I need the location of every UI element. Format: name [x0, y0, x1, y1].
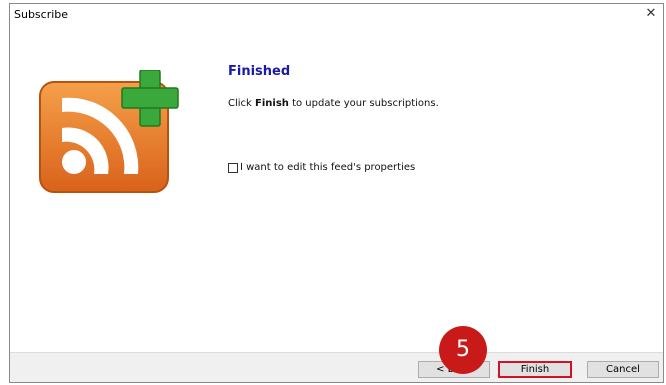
- instruction-prefix: Click: [228, 98, 256, 109]
- edit-properties-option[interactable]: I want to edit this feed's properties: [228, 162, 415, 173]
- step-badge: 5: [439, 326, 487, 374]
- page-title: Finished: [228, 64, 291, 79]
- button-bar: < Back Finish Cancel: [10, 352, 663, 382]
- close-icon[interactable]: ✕: [643, 6, 659, 22]
- edit-properties-label[interactable]: I want to edit this feed's properties: [240, 162, 415, 173]
- instruction-bold: Finish: [255, 98, 289, 109]
- edit-properties-checkbox[interactable]: [228, 162, 238, 173]
- subscribe-dialog: Subscribe ✕ Finished Click Finish to upd…: [9, 3, 664, 383]
- window-title: Subscribe: [14, 8, 69, 21]
- finish-button[interactable]: Finish: [498, 361, 572, 378]
- instruction-suffix: to update your subscriptions.: [288, 98, 439, 109]
- instruction-text: Click Finish to update your subscription…: [228, 98, 439, 109]
- title-bar: Subscribe ✕: [10, 4, 663, 26]
- rss-subscribe-icon: [38, 69, 190, 196]
- cancel-button[interactable]: Cancel: [587, 361, 659, 378]
